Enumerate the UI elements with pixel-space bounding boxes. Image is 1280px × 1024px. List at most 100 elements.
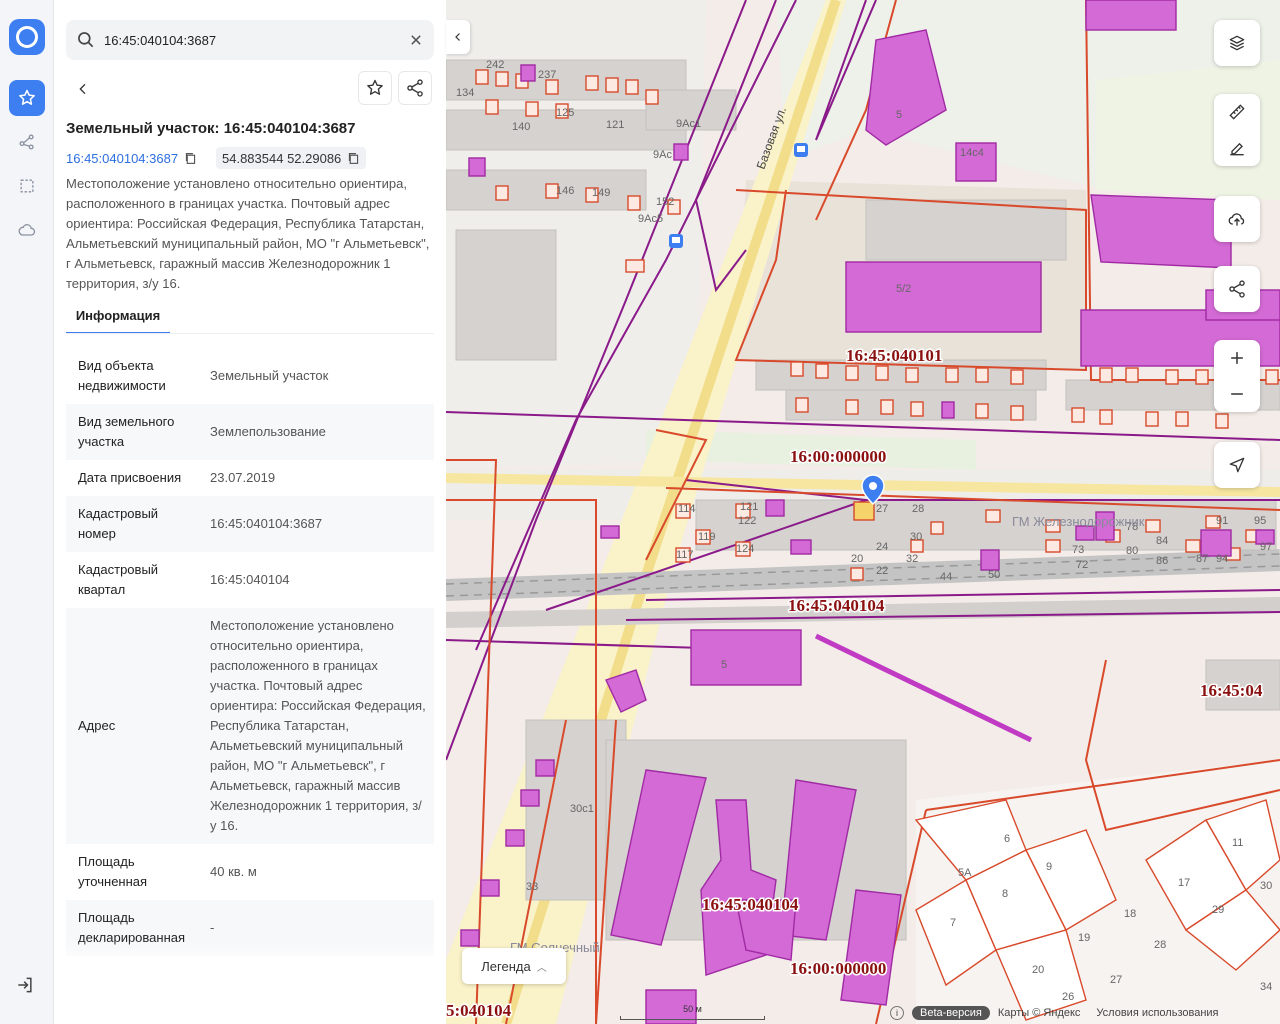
- map-number: 237: [538, 69, 556, 81]
- zoom-out-button[interactable]: [1214, 376, 1260, 412]
- map-number: 20: [851, 553, 863, 565]
- map-number: 97: [1260, 541, 1272, 553]
- copy-icon[interactable]: [184, 152, 197, 165]
- coordinates-chip[interactable]: 54.883544 52.29086: [216, 147, 367, 169]
- map-number: 9Ас1: [676, 118, 701, 130]
- map-number: 95: [1254, 515, 1266, 527]
- table-row: Вид земельного участка Землепользование: [66, 404, 434, 460]
- row-key: Кадастровый квартал: [78, 562, 159, 597]
- edit-button[interactable]: [1214, 130, 1260, 166]
- quarter-label-04-right: 16:45:04: [1200, 681, 1263, 700]
- map-number: 5А: [958, 867, 972, 879]
- row-value: 23.07.2019: [210, 470, 276, 485]
- info-table: Вид объекта недвижимости Земельный участо…: [66, 348, 434, 956]
- map-number: 72: [1076, 559, 1088, 571]
- map-number: 30: [910, 531, 922, 543]
- zoom-in-button[interactable]: [1214, 340, 1260, 376]
- routes-nav-button[interactable]: [9, 124, 45, 160]
- map-number: 152: [656, 196, 674, 208]
- map-scale: 50 м: [620, 1004, 765, 1020]
- map-number: 121: [606, 119, 624, 131]
- row-key: Дата присвоения: [78, 470, 182, 485]
- map-number: 125: [556, 107, 574, 119]
- ruler-button[interactable]: [1214, 94, 1260, 130]
- ruler-icon: [1229, 104, 1245, 120]
- cadastral-number-link[interactable]: 16:45:040104:3687: [60, 147, 203, 169]
- search-box: [66, 20, 434, 60]
- attribution-text[interactable]: Карты © Яндекс: [998, 1007, 1081, 1019]
- map-number: 134: [456, 87, 474, 99]
- cloud-nav-button[interactable]: [9, 212, 45, 248]
- map-share-button[interactable]: [1214, 266, 1260, 312]
- row-value: 16:45:040104:3687: [210, 516, 323, 531]
- share-button[interactable]: [398, 71, 432, 105]
- navigation-arrow-icon: [1229, 457, 1245, 473]
- info-panel: Земельный участок: 16:45:040104:3687 16:…: [54, 0, 446, 1024]
- coordinates-text: 54.883544 52.29086: [222, 150, 342, 166]
- map-number: 26: [1062, 991, 1074, 1003]
- layers-button[interactable]: [1214, 20, 1260, 66]
- map-number: 86: [1156, 555, 1168, 567]
- chevron-up-icon: ︿: [536, 962, 547, 974]
- map-number: 122: [738, 515, 756, 527]
- bus-stop-icon: [794, 143, 808, 157]
- table-row: Адрес Местоположение установлено относите…: [66, 608, 434, 844]
- minus-icon: [1231, 393, 1243, 395]
- map-number: 8: [1002, 888, 1008, 900]
- map-number: 6: [1004, 833, 1010, 845]
- map-number: 5/2: [896, 283, 911, 295]
- map-number: 94: [1216, 553, 1228, 565]
- map-number: 28: [912, 503, 924, 515]
- table-row: Кадастровый номер 16:45:040104:3687: [66, 496, 434, 552]
- table-row: Площадь уточненная 40 кв. м: [66, 844, 434, 900]
- quarter-label-040104-mid: 16:45:040104: [788, 596, 885, 615]
- quarter-label-000000-top: 16:00:000000: [790, 447, 886, 466]
- back-button[interactable]: [68, 74, 98, 104]
- logout-icon[interactable]: [15, 975, 35, 995]
- map-number: 9Ас: [653, 149, 672, 161]
- map-number: 32: [906, 553, 918, 565]
- share-icon: [1229, 280, 1245, 298]
- star-outline-icon: [367, 79, 383, 95]
- map-number: 140: [512, 121, 530, 133]
- terms-link[interactable]: Условия использования: [1096, 1007, 1218, 1019]
- select-area-nav-button[interactable]: [9, 168, 45, 204]
- upload-button[interactable]: [1214, 196, 1260, 242]
- left-rail: [0, 0, 54, 1024]
- map-canvas[interactable]: 5 14с4 5/2 5 30с1 33 27 28 24 30 32 20 2…: [446, 0, 1280, 1024]
- map-number: 28: [1154, 939, 1166, 951]
- beta-badge: Beta-версия: [912, 1006, 990, 1020]
- close-icon[interactable]: [406, 30, 426, 50]
- map-attribution: i Beta-версия Карты © Яндекс Условия исп…: [890, 1004, 1219, 1022]
- map-number: 11: [1232, 837, 1243, 849]
- zoom-group: [1214, 340, 1260, 412]
- quarter-label-000000-low: 16:00:000000: [790, 959, 886, 978]
- map-number: 9Ас5: [638, 213, 663, 225]
- map-number: 19: [1078, 932, 1090, 944]
- app-logo-icon[interactable]: [9, 19, 45, 55]
- search-icon: [78, 32, 94, 48]
- cloud-icon: [18, 224, 36, 236]
- tab-divider: [66, 333, 434, 334]
- map-number: 80: [1126, 545, 1138, 557]
- geolocate-button[interactable]: [1214, 442, 1260, 488]
- map-number: 27: [1110, 974, 1122, 986]
- search-input[interactable]: [104, 28, 404, 52]
- map-number: 30с1: [570, 803, 594, 815]
- collapse-panel-button[interactable]: [446, 20, 470, 54]
- edit-icon: [1230, 142, 1244, 156]
- favorites-nav-button[interactable]: [9, 80, 45, 116]
- map-number: 14с4: [960, 147, 984, 159]
- tab-info[interactable]: Информация: [66, 302, 170, 334]
- favorite-button[interactable]: [358, 71, 392, 105]
- copy-icon[interactable]: [347, 152, 360, 165]
- map-number: 9: [1046, 861, 1052, 873]
- row-key: Площадь уточненная: [78, 854, 148, 889]
- map-number: 91: [1216, 515, 1228, 527]
- quarter-label-040104-low: 16:45:040104: [702, 895, 799, 914]
- object-title: Земельный участок: 16:45:040104:3687: [66, 120, 356, 137]
- info-icon[interactable]: i: [890, 1006, 904, 1020]
- map-number: 117: [676, 549, 694, 561]
- legend-button[interactable]: Легенда ︿: [462, 948, 566, 984]
- panel-footer: [54, 956, 446, 1024]
